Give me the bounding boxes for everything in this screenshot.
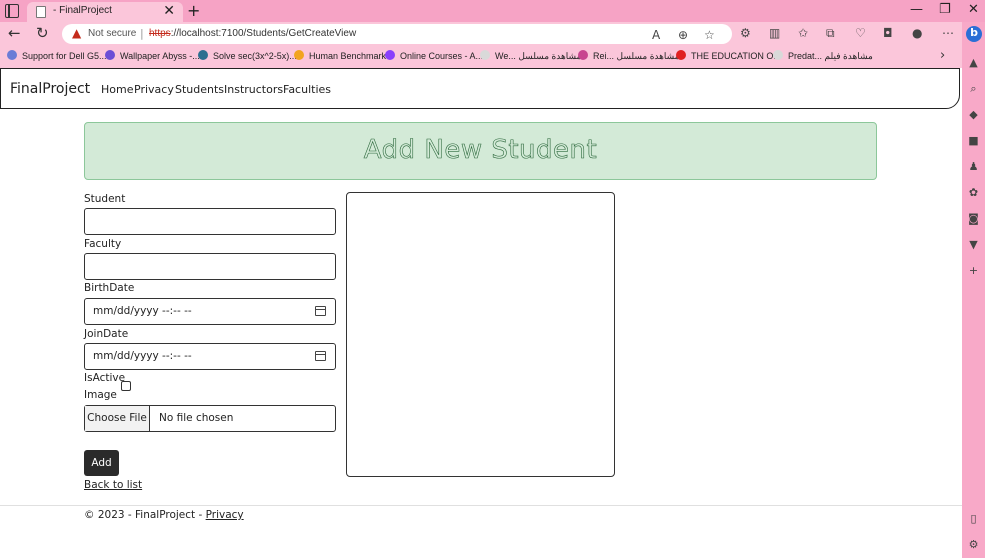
file-status: No file chosen: [159, 412, 234, 424]
bookmark-item[interactable]: Rei... مشاهدة مسلسل: [578, 50, 679, 62]
image-preview-box: [346, 192, 615, 477]
bookmark-favicon-icon: [294, 50, 304, 60]
close-window-button[interactable]: ✕: [968, 2, 979, 17]
split-screen-icon[interactable]: ▥: [769, 26, 780, 40]
microsoft-365-icon[interactable]: ✿: [967, 186, 980, 199]
joindate-label: JoinDate: [84, 328, 129, 340]
page-viewport: FinalProject Home Privacy Students Instr…: [0, 68, 962, 558]
games-icon[interactable]: ♟: [967, 160, 980, 173]
outlook-icon[interactable]: ◙: [967, 212, 980, 225]
profile-icon[interactable]: ●: [912, 26, 922, 40]
warning-icon[interactable]: ▲: [72, 26, 81, 40]
search-icon[interactable]: ⌕: [967, 82, 980, 95]
bookmark-item[interactable]: Solve sec(3x^2-5x)...: [198, 50, 297, 61]
page-favicon-icon: [36, 6, 46, 18]
back-icon[interactable]: ←: [8, 24, 21, 42]
browser-essentials-icon[interactable]: ◘: [883, 26, 893, 40]
bookmark-item[interactable]: Wallpaper Abyss -...: [105, 50, 200, 61]
tab-title: - FinalProject: [53, 5, 112, 16]
tab-strip: - FinalProject ✕ + — ❐ ✕: [0, 0, 985, 22]
page-title: Add New Student: [363, 135, 598, 166]
edge-sidebar: b ▲ ⌕ ◆ ■ ♟ ✿ ◙ ▼ + ▯ ⚙: [962, 22, 985, 558]
isactive-label: IsActive: [84, 372, 126, 384]
drop-icon[interactable]: ▼: [967, 238, 980, 251]
notifications-icon[interactable]: ▲: [967, 56, 980, 69]
page-banner: Add New Student: [84, 122, 877, 180]
performance-icon[interactable]: ♡: [855, 26, 866, 40]
footer-privacy-link[interactable]: Privacy: [206, 509, 244, 521]
joindate-value: mm/dd/yyyy --:-- --: [93, 350, 192, 362]
bookmark-favicon-icon: [7, 50, 17, 60]
nav-privacy[interactable]: Privacy: [134, 83, 174, 96]
url-separator: |: [140, 27, 144, 40]
footer-copyright: © 2023 - FinalProject -: [84, 509, 203, 521]
collections-icon[interactable]: ⧉: [826, 26, 835, 41]
refresh-icon[interactable]: ↻: [36, 24, 49, 42]
image-file-input[interactable]: Choose File No file chosen: [84, 405, 336, 432]
bookmark-item[interactable]: THE EDUCATION O...: [676, 50, 781, 61]
bookmark-favicon-icon: [578, 50, 588, 60]
nav-instructors[interactable]: Instructors: [224, 83, 283, 96]
isactive-checkbox[interactable]: [121, 381, 131, 391]
tab-actions-icon[interactable]: [5, 4, 19, 18]
address-bar-row: ← ↻ ▲ Not secure | https://localhost:710…: [0, 22, 985, 46]
calendar-icon[interactable]: [315, 306, 326, 316]
extensions-icon[interactable]: ⚙: [740, 26, 751, 40]
birthdate-value: mm/dd/yyyy --:-- --: [93, 305, 192, 317]
bookmark-item[interactable]: Support for Dell G5...: [7, 50, 107, 61]
bookmark-item[interactable]: Human Benchmark: [294, 50, 386, 61]
sidebar-toggle-icon[interactable]: ▯: [967, 512, 980, 525]
maximize-button[interactable]: ❐: [939, 2, 951, 17]
faculty-input[interactable]: [84, 253, 336, 280]
bookmark-favicon-icon: [676, 50, 686, 60]
security-label[interactable]: Not secure: [88, 28, 136, 39]
bookmark-item[interactable]: Predat... مشاهدة فيلم: [773, 50, 873, 62]
joindate-input[interactable]: mm/dd/yyyy --:-- --: [84, 343, 336, 370]
bookmark-item[interactable]: We... مشاهدة مسلسل: [480, 50, 581, 62]
address-bar[interactable]: ▲ Not secure | https://localhost:7100/St…: [62, 24, 732, 44]
add-sidebar-icon[interactable]: +: [967, 264, 980, 277]
add-button[interactable]: Add: [84, 450, 119, 476]
bookmark-item[interactable]: Online Courses - A...: [385, 50, 483, 61]
browser-tab[interactable]: - FinalProject ✕: [27, 2, 183, 22]
tab-close-icon[interactable]: ✕: [163, 3, 175, 19]
birthdate-input[interactable]: mm/dd/yyyy --:-- --: [84, 298, 336, 325]
more-icon[interactable]: ⋯: [942, 26, 954, 40]
tools-icon[interactable]: ■: [967, 134, 980, 147]
bookmark-favicon-icon: [198, 50, 208, 60]
bookmarks-bar: Support for Dell G5... Wallpaper Abyss -…: [0, 46, 962, 68]
nav-home[interactable]: Home: [101, 83, 133, 96]
footer-divider: [0, 505, 962, 506]
image-label: Image: [84, 389, 117, 401]
back-to-list-link[interactable]: Back to list: [84, 479, 142, 491]
minimize-button[interactable]: —: [910, 2, 923, 17]
bookmark-favicon-icon: [105, 50, 115, 60]
new-tab-button[interactable]: +: [187, 1, 200, 20]
copilot-icon[interactable]: b: [966, 26, 982, 42]
choose-file-button[interactable]: Choose File: [85, 406, 150, 431]
bookmark-favicon-icon: [773, 50, 783, 60]
bookmarks-overflow-icon[interactable]: ›: [940, 48, 945, 63]
student-label: Student: [84, 193, 126, 205]
zoom-icon[interactable]: ⊕: [678, 28, 688, 42]
student-input[interactable]: [84, 208, 336, 235]
bookmark-favicon-icon: [480, 50, 490, 60]
site-brand[interactable]: FinalProject: [10, 81, 90, 97]
shopping-icon[interactable]: ◆: [967, 108, 980, 121]
url-text[interactable]: https://localhost:7100/Students/GetCreat…: [149, 28, 356, 39]
nav-students[interactable]: Students: [175, 83, 224, 96]
read-aloud-icon[interactable]: A: [652, 28, 660, 42]
calendar-icon[interactable]: [315, 351, 326, 361]
bookmark-favicon-icon: [385, 50, 395, 60]
faculty-label: Faculty: [84, 238, 122, 250]
settings-gear-icon[interactable]: ⚙: [967, 538, 980, 551]
favorite-icon[interactable]: ☆: [704, 28, 715, 42]
nav-faculties[interactable]: Faculties: [283, 83, 331, 96]
site-navbar: FinalProject Home Privacy Students Instr…: [0, 68, 960, 109]
footer: © 2023 - FinalProject - Privacy: [84, 509, 244, 521]
favorites-icon[interactable]: ✩: [798, 26, 808, 40]
birthdate-label: BirthDate: [84, 282, 135, 294]
